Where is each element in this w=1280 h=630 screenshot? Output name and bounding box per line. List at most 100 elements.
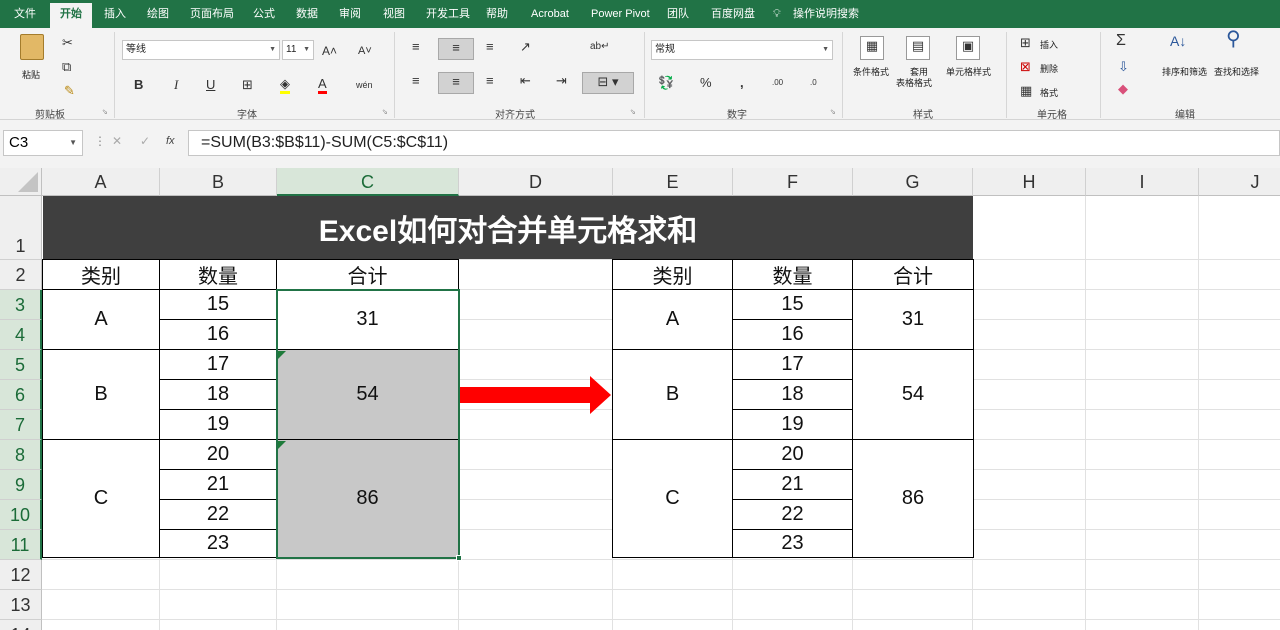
row-header-4[interactable]: 4 [0,320,42,350]
row-header-7[interactable]: 7 [0,410,42,440]
tab-insert[interactable]: 插入 [104,0,126,28]
tab-developer[interactable]: 开发工具 [426,0,470,28]
conditional-format-icon[interactable]: ▦ [860,36,884,60]
merge-center-icon[interactable]: ⊟ ▾ [582,72,634,94]
right-header-total[interactable]: 合计 [853,260,973,289]
cancel-icon[interactable]: ✕ [112,134,122,148]
right-category-b[interactable]: B [613,350,732,439]
row-header-12[interactable]: 12 [0,560,42,590]
left-quantity-cell[interactable]: 21 [160,470,276,499]
font-size-select[interactable]: 11 ▼ [282,40,314,60]
column-header-h[interactable]: H [973,168,1086,196]
format-as-table-line2[interactable]: 表格格式 [896,76,932,89]
fill-color-icon[interactable]: ◈ [280,76,290,94]
autosum-icon[interactable]: Σ [1116,32,1126,50]
cell-styles-icon[interactable]: ▣ [956,36,980,60]
row-header-5[interactable]: 5 [0,350,42,380]
format-as-table-icon[interactable]: ▤ [906,36,930,60]
row-header-14[interactable]: 14 [0,620,42,630]
find-select-button[interactable]: 查找和选择 [1214,65,1259,78]
row-header-2[interactable]: 2 [0,260,42,290]
left-header-quantity[interactable]: 数量 [160,260,276,289]
tab-team[interactable]: 团队 [667,0,689,28]
tab-baidu-netdisk[interactable]: 百度网盘 [711,0,755,28]
left-total-b[interactable]: 54 [277,350,458,439]
delete-cells-icon[interactable]: ⊠ [1020,58,1031,76]
right-quantity-cell[interactable]: 18 [733,380,852,409]
tab-help[interactable]: 帮助 [486,0,508,28]
left-quantity-cell[interactable]: 22 [160,500,276,529]
tab-data[interactable]: 数据 [296,0,318,28]
right-quantity-cell[interactable]: 23 [733,530,852,557]
right-header-category[interactable]: 类别 [613,260,732,289]
underline-icon[interactable]: U [206,76,215,94]
right-category-c[interactable]: C [613,440,732,557]
row-header-6[interactable]: 6 [0,380,42,410]
column-header-e[interactable]: E [613,168,733,196]
row-header-10[interactable]: 10 [0,500,42,530]
alignment-launcher-icon[interactable]: ⬂ [630,108,636,116]
increase-font-icon[interactable]: A˄ [322,42,337,60]
align-left-icon[interactable]: ≡ [412,72,420,90]
tab-view[interactable]: 视图 [383,0,405,28]
orientation-icon[interactable]: ↗ [520,38,531,56]
left-quantity-cell[interactable]: 20 [160,440,276,469]
delete-cells-button[interactable]: 删除 [1040,62,1058,75]
column-header-g[interactable]: G [853,168,973,196]
right-total-a[interactable]: 31 [853,290,973,349]
worksheet-grid[interactable]: A B C D E F G H I J 1 2 3 4 5 6 7 8 9 10… [0,168,1280,630]
left-quantity-cell[interactable]: 23 [160,530,276,557]
fill-icon[interactable]: ⇩ [1118,58,1129,76]
left-category-b[interactable]: B [43,350,159,439]
format-cells-icon[interactable]: ▦ [1020,82,1032,100]
decrease-font-icon[interactable]: A˅ [358,42,372,60]
right-quantity-cell[interactable]: 20 [733,440,852,469]
right-total-b[interactable]: 54 [853,350,973,439]
right-quantity-cell[interactable]: 19 [733,410,852,439]
insert-cells-button[interactable]: 插入 [1040,38,1058,51]
row-header-1[interactable]: 1 [0,196,42,260]
tab-file[interactable]: 文件 [14,0,36,28]
right-quantity-cell[interactable]: 15 [733,290,852,319]
paste-button[interactable]: 粘贴 [22,68,40,81]
row-header-13[interactable]: 13 [0,590,42,620]
number-format-select[interactable]: 常规 ▼ [651,40,833,60]
align-middle-icon[interactable]: ≡ [438,38,474,60]
right-total-c[interactable]: 86 [853,440,973,557]
enter-icon[interactable]: ✓ [140,134,150,148]
column-header-f[interactable]: F [733,168,853,196]
right-category-a[interactable]: A [613,290,732,349]
left-header-category[interactable]: 类别 [43,260,159,289]
clear-icon[interactable]: ◆ [1118,80,1128,98]
align-right-icon[interactable]: ≡ [486,72,494,90]
increase-decimal-icon[interactable]: .00 [772,74,783,92]
search-icon[interactable]: ⚲ [1226,29,1241,49]
select-all-corner[interactable] [0,168,42,196]
font-name-select[interactable]: 等线 ▼ [122,40,280,60]
cut-icon[interactable]: ✂ [62,34,73,52]
column-header-a[interactable]: A [42,168,160,196]
format-painter-icon[interactable]: ✎ [64,82,75,100]
name-box[interactable]: C3 ▼ [3,130,83,156]
left-total-c[interactable]: 86 [277,440,458,557]
tab-home[interactable]: 开始 [50,3,92,28]
formula-input[interactable]: =SUM(B3:$B$11)-SUM(C5:$C$11) [188,130,1280,156]
italic-icon[interactable]: I [174,76,178,94]
decrease-indent-icon[interactable]: ⇤ [520,72,531,90]
align-top-icon[interactable]: ≡ [412,38,420,56]
left-quantity-cell[interactable]: 18 [160,380,276,409]
tab-draw[interactable]: 绘图 [147,0,169,28]
left-quantity-cell[interactable]: 16 [160,320,276,349]
column-header-b[interactable]: B [160,168,277,196]
column-header-d[interactable]: D [459,168,613,196]
left-header-total[interactable]: 合计 [277,260,458,289]
insert-cells-icon[interactable]: ⊞ [1020,34,1031,52]
wrap-text-icon[interactable]: ab↵ [590,38,610,56]
number-launcher-icon[interactable]: ⬂ [830,108,836,116]
left-category-a[interactable]: A [43,290,159,349]
format-cells-button[interactable]: 格式 [1040,86,1058,99]
accounting-format-icon[interactable]: 💱 [658,74,674,92]
row-header-3[interactable]: 3 [0,290,42,320]
column-header-i[interactable]: I [1086,168,1199,196]
font-color-icon[interactable]: A [318,76,327,94]
